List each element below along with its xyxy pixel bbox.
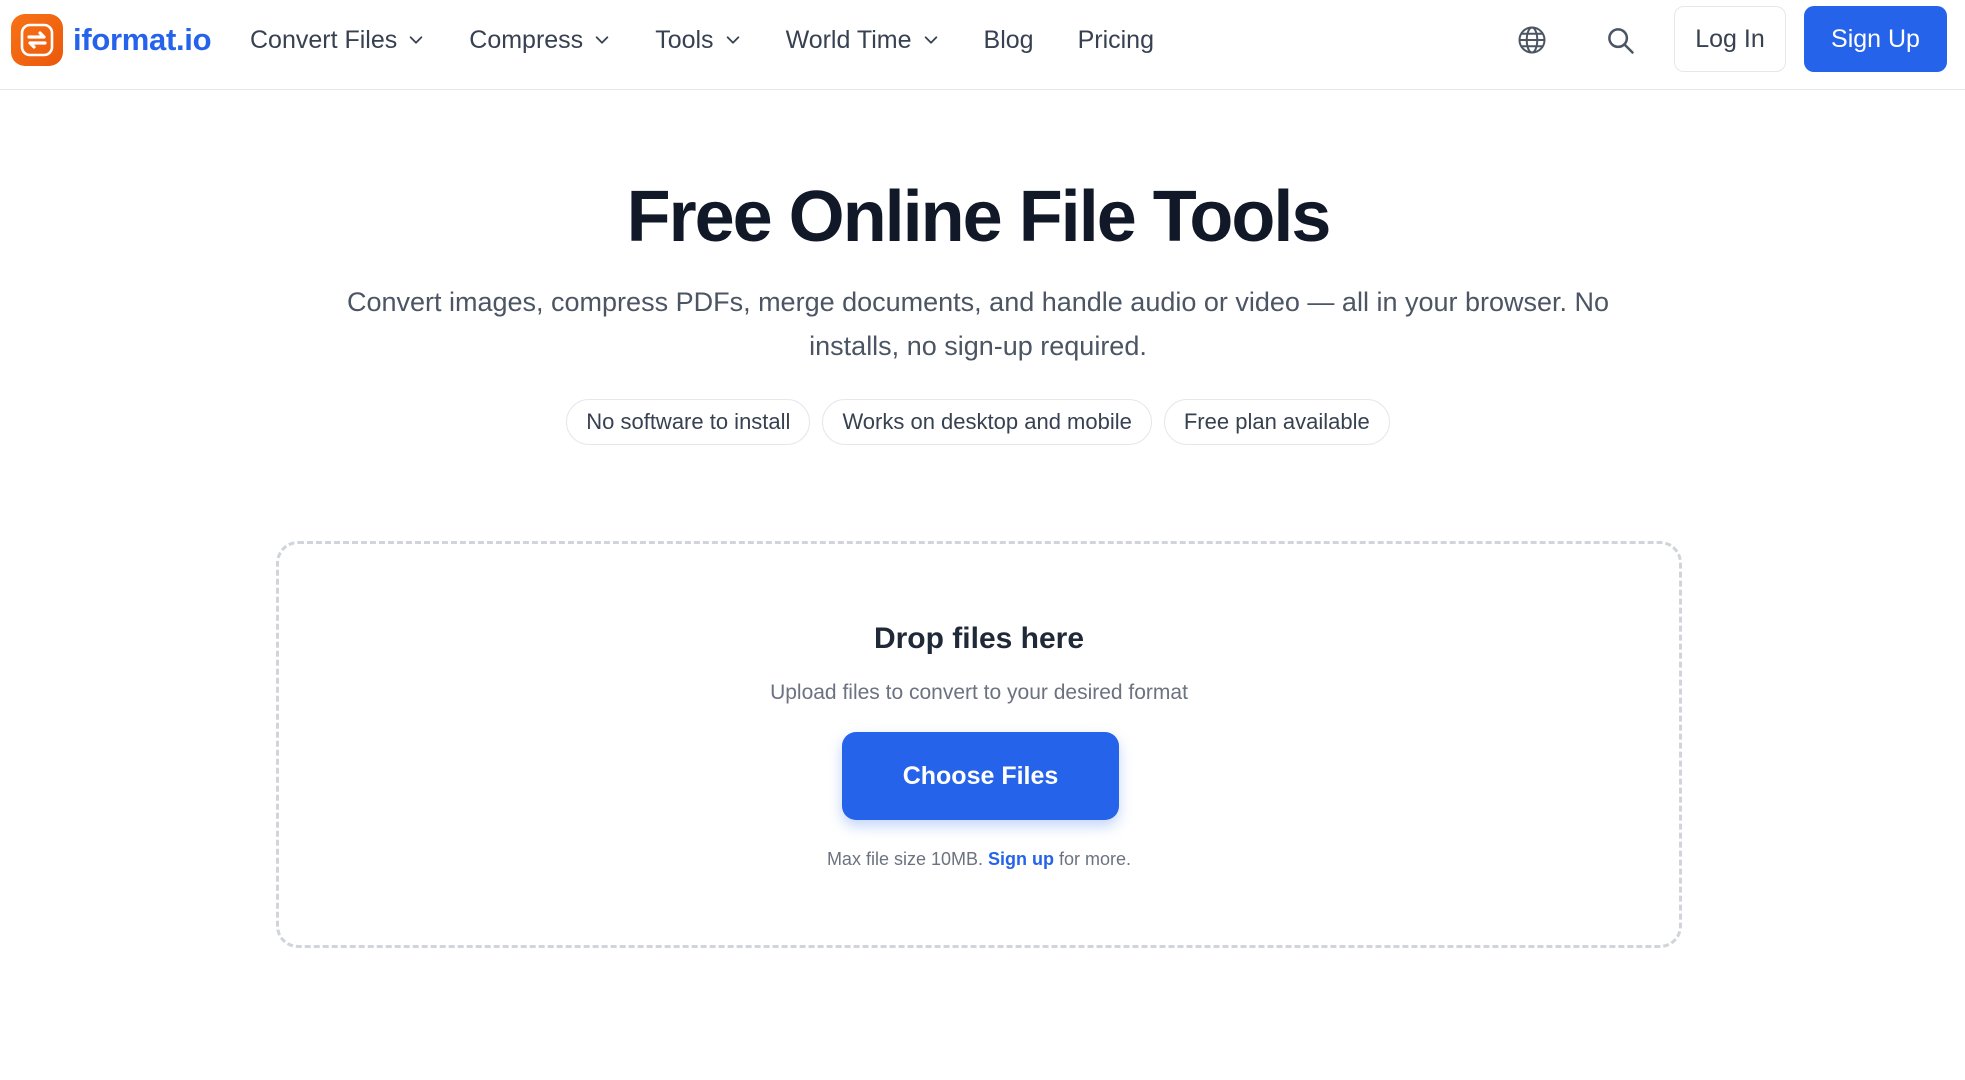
file-size-note-prefix: Max file size 10MB. (826, 849, 983, 869)
chevron-down-icon (726, 36, 739, 44)
nav-label: Pricing (1077, 25, 1154, 54)
feature-pill: No software to install (566, 399, 811, 445)
feature-pills: No software to install Works on desktop … (0, 399, 1956, 445)
search-button[interactable] (1600, 20, 1640, 60)
file-drop-zone[interactable]: Drop files here Upload files to convert … (276, 541, 1682, 948)
signup-link[interactable]: Sign up (988, 849, 1054, 869)
login-button[interactable]: Log In (1674, 6, 1786, 72)
nav-label: Tools (655, 25, 714, 54)
file-size-note-suffix: for more. (1059, 849, 1132, 869)
feature-pill: Free plan available (1163, 399, 1390, 445)
main-nav: Convert Files Compress Tools World Time … (250, 18, 1198, 62)
globe-icon (1518, 26, 1546, 54)
nav-pricing[interactable]: Pricing (1078, 26, 1154, 55)
file-size-note: Max file size 10MB. Sign up for more. (279, 849, 1679, 870)
nav-label: Convert Files (250, 25, 398, 54)
page-subtitle: Convert images, compress PDFs, merge doc… (346, 287, 1610, 361)
chevron-down-icon (924, 36, 937, 44)
signup-button[interactable]: Sign Up (1804, 6, 1947, 72)
nav-label: Blog (983, 25, 1034, 54)
nav-convert-files[interactable]: Convert Files (250, 26, 425, 55)
page-title: Free Online File Tools (626, 177, 1332, 257)
nav-tools[interactable]: Tools (655, 26, 741, 55)
logo-text: iformat.io (73, 22, 212, 57)
nav-label: Compress (469, 25, 584, 54)
site-header: iformat.io Convert Files Compress Tools … (0, 0, 1965, 90)
search-icon (1608, 28, 1634, 54)
chevron-down-icon (595, 36, 609, 44)
chevron-down-icon (409, 36, 423, 44)
choose-files-button[interactable]: Choose Files (842, 732, 1119, 820)
drop-zone-title: Drop files here (873, 622, 1085, 655)
logo-convert-icon (11, 14, 63, 66)
drop-zone-subtitle: Upload files to convert to your desired … (770, 681, 1188, 704)
language-button[interactable] (1512, 20, 1552, 60)
nav-compress[interactable]: Compress (469, 26, 611, 55)
nav-world-time[interactable]: World Time (786, 26, 940, 55)
nav-label: World Time (785, 25, 912, 54)
logo-link[interactable]: iformat.io (11, 14, 212, 66)
nav-blog[interactable]: Blog (984, 26, 1034, 55)
feature-pill: Works on desktop and mobile (822, 399, 1152, 445)
